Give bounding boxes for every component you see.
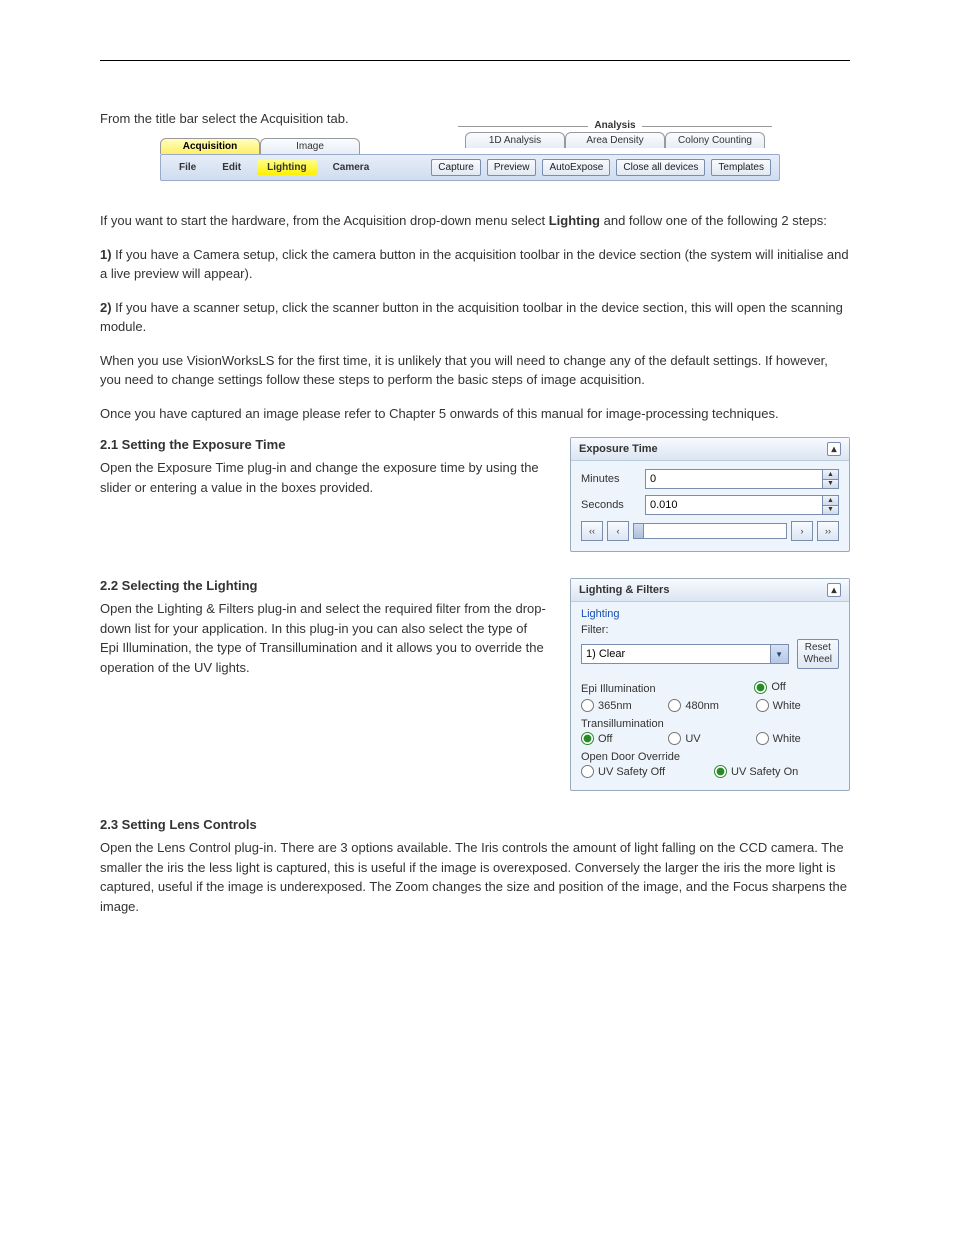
exposure-slider[interactable] <box>633 523 787 539</box>
exposure-time-panel: Exposure Time ▴ Minutes ▲▼ Seconds <box>570 437 850 552</box>
minutes-spinbox[interactable]: ▲▼ <box>645 469 839 489</box>
tabs-row: Acquisition Image Analysis 1D Analysis A… <box>160 134 780 154</box>
paragraph-start-hardware: If you want to start the hardware, from … <box>100 211 850 231</box>
epi-365nm-radio[interactable]: 365nm <box>581 699 664 712</box>
slider-thumb[interactable] <box>634 524 644 538</box>
spin-down-icon[interactable]: ▼ <box>823 506 838 515</box>
reset-wheel-button[interactable]: Reset Wheel <box>797 639 839 669</box>
tabs-analysis-group: Analysis 1D Analysis Area Density Colony… <box>450 120 780 148</box>
slider-back-button[interactable]: ‹ <box>607 521 629 541</box>
chevron-down-icon[interactable]: ▼ <box>770 645 788 663</box>
uv-safety-off-radio[interactable]: UV Safety Off <box>581 765 710 778</box>
autoexpose-button[interactable]: AutoExpose <box>542 159 610 176</box>
paragraph-refer-ch5: Once you have captured an image please r… <box>100 404 850 424</box>
lighting-filters-panel: Lighting & Filters ▴ Lighting Filter: ▼ … <box>570 578 850 791</box>
filter-label: Filter: <box>581 624 839 636</box>
slider-fast-back-button[interactable]: ‹‹ <box>581 521 603 541</box>
paragraph-step1: 1) If you have a Camera setup, click the… <box>100 245 850 284</box>
spin-up-icon[interactable]: ▲ <box>823 470 838 480</box>
preview-button[interactable]: Preview <box>487 159 537 176</box>
transillumination-label: Transillumination <box>581 718 839 730</box>
lighting-group-title: Lighting <box>581 608 839 620</box>
tab-image[interactable]: Image <box>260 138 360 154</box>
text-2-1: Open the Exposure Time plug-in and chang… <box>100 458 546 497</box>
divider-line <box>100 60 850 61</box>
trans-uv-radio[interactable]: UV <box>668 732 751 745</box>
minutes-input[interactable] <box>646 470 822 488</box>
epi-label: Epi Illumination <box>581 683 750 695</box>
menu-file[interactable]: File <box>169 160 206 175</box>
seconds-label: Seconds <box>581 499 637 511</box>
spin-up-icon[interactable]: ▲ <box>823 496 838 506</box>
epi-white-radio[interactable]: White <box>756 699 839 712</box>
capture-button[interactable]: Capture <box>431 159 481 176</box>
acquisition-toolbar: Acquisition Image Analysis 1D Analysis A… <box>160 134 780 181</box>
door-override-label: Open Door Override <box>581 751 839 763</box>
trans-white-radio[interactable]: White <box>756 732 839 745</box>
filter-dropdown[interactable]: ▼ <box>581 644 789 664</box>
paragraph-defaults: When you use VisionWorksLS for the first… <box>100 351 850 390</box>
text-2-3: Open the Lens Control plug-in. There are… <box>100 838 850 916</box>
lighting-panel-title: Lighting & Filters <box>579 584 669 596</box>
heading-2-1: 2.1 Setting the Exposure Time <box>100 437 546 452</box>
heading-2-3: 2.3 Setting Lens Controls <box>100 817 850 832</box>
tab-1d-analysis[interactable]: 1D Analysis <box>465 132 565 148</box>
epi-480nm-radio[interactable]: 480nm <box>668 699 751 712</box>
heading-2-2: 2.2 Selecting the Lighting <box>100 578 546 593</box>
menu-lighting[interactable]: Lighting <box>257 160 316 175</box>
slider-forward-button[interactable]: › <box>791 521 813 541</box>
exposure-panel-title: Exposure Time <box>579 443 658 455</box>
epi-off-radio[interactable]: Off <box>754 677 839 697</box>
analysis-group-label: Analysis <box>594 120 635 131</box>
filter-value[interactable] <box>582 645 770 663</box>
collapse-icon[interactable]: ▴ <box>827 442 841 456</box>
tab-colony-counting[interactable]: Colony Counting <box>665 132 765 148</box>
menu-camera[interactable]: Camera <box>323 160 380 175</box>
toolbar-menu-bar: File Edit Lighting Camera Capture Previe… <box>160 154 780 181</box>
seconds-spinbox[interactable]: ▲▼ <box>645 495 839 515</box>
trans-off-radio[interactable]: Off <box>581 732 664 745</box>
tab-acquisition[interactable]: Acquisition <box>160 138 260 154</box>
close-all-button[interactable]: Close all devices <box>616 159 705 176</box>
tab-area-density[interactable]: Area Density <box>565 132 665 148</box>
slider-fast-forward-button[interactable]: ›› <box>817 521 839 541</box>
text-2-2: Open the Lighting & Filters plug-in and … <box>100 599 546 677</box>
seconds-input[interactable] <box>646 496 822 514</box>
paragraph-step2: 2) If you have a scanner setup, click th… <box>100 298 850 337</box>
templates-button[interactable]: Templates <box>711 159 771 176</box>
uv-safety-on-radio[interactable]: UV Safety On <box>714 765 843 778</box>
menu-edit[interactable]: Edit <box>212 160 251 175</box>
minutes-label: Minutes <box>581 473 637 485</box>
spin-down-icon[interactable]: ▼ <box>823 480 838 489</box>
collapse-icon[interactable]: ▴ <box>827 583 841 597</box>
